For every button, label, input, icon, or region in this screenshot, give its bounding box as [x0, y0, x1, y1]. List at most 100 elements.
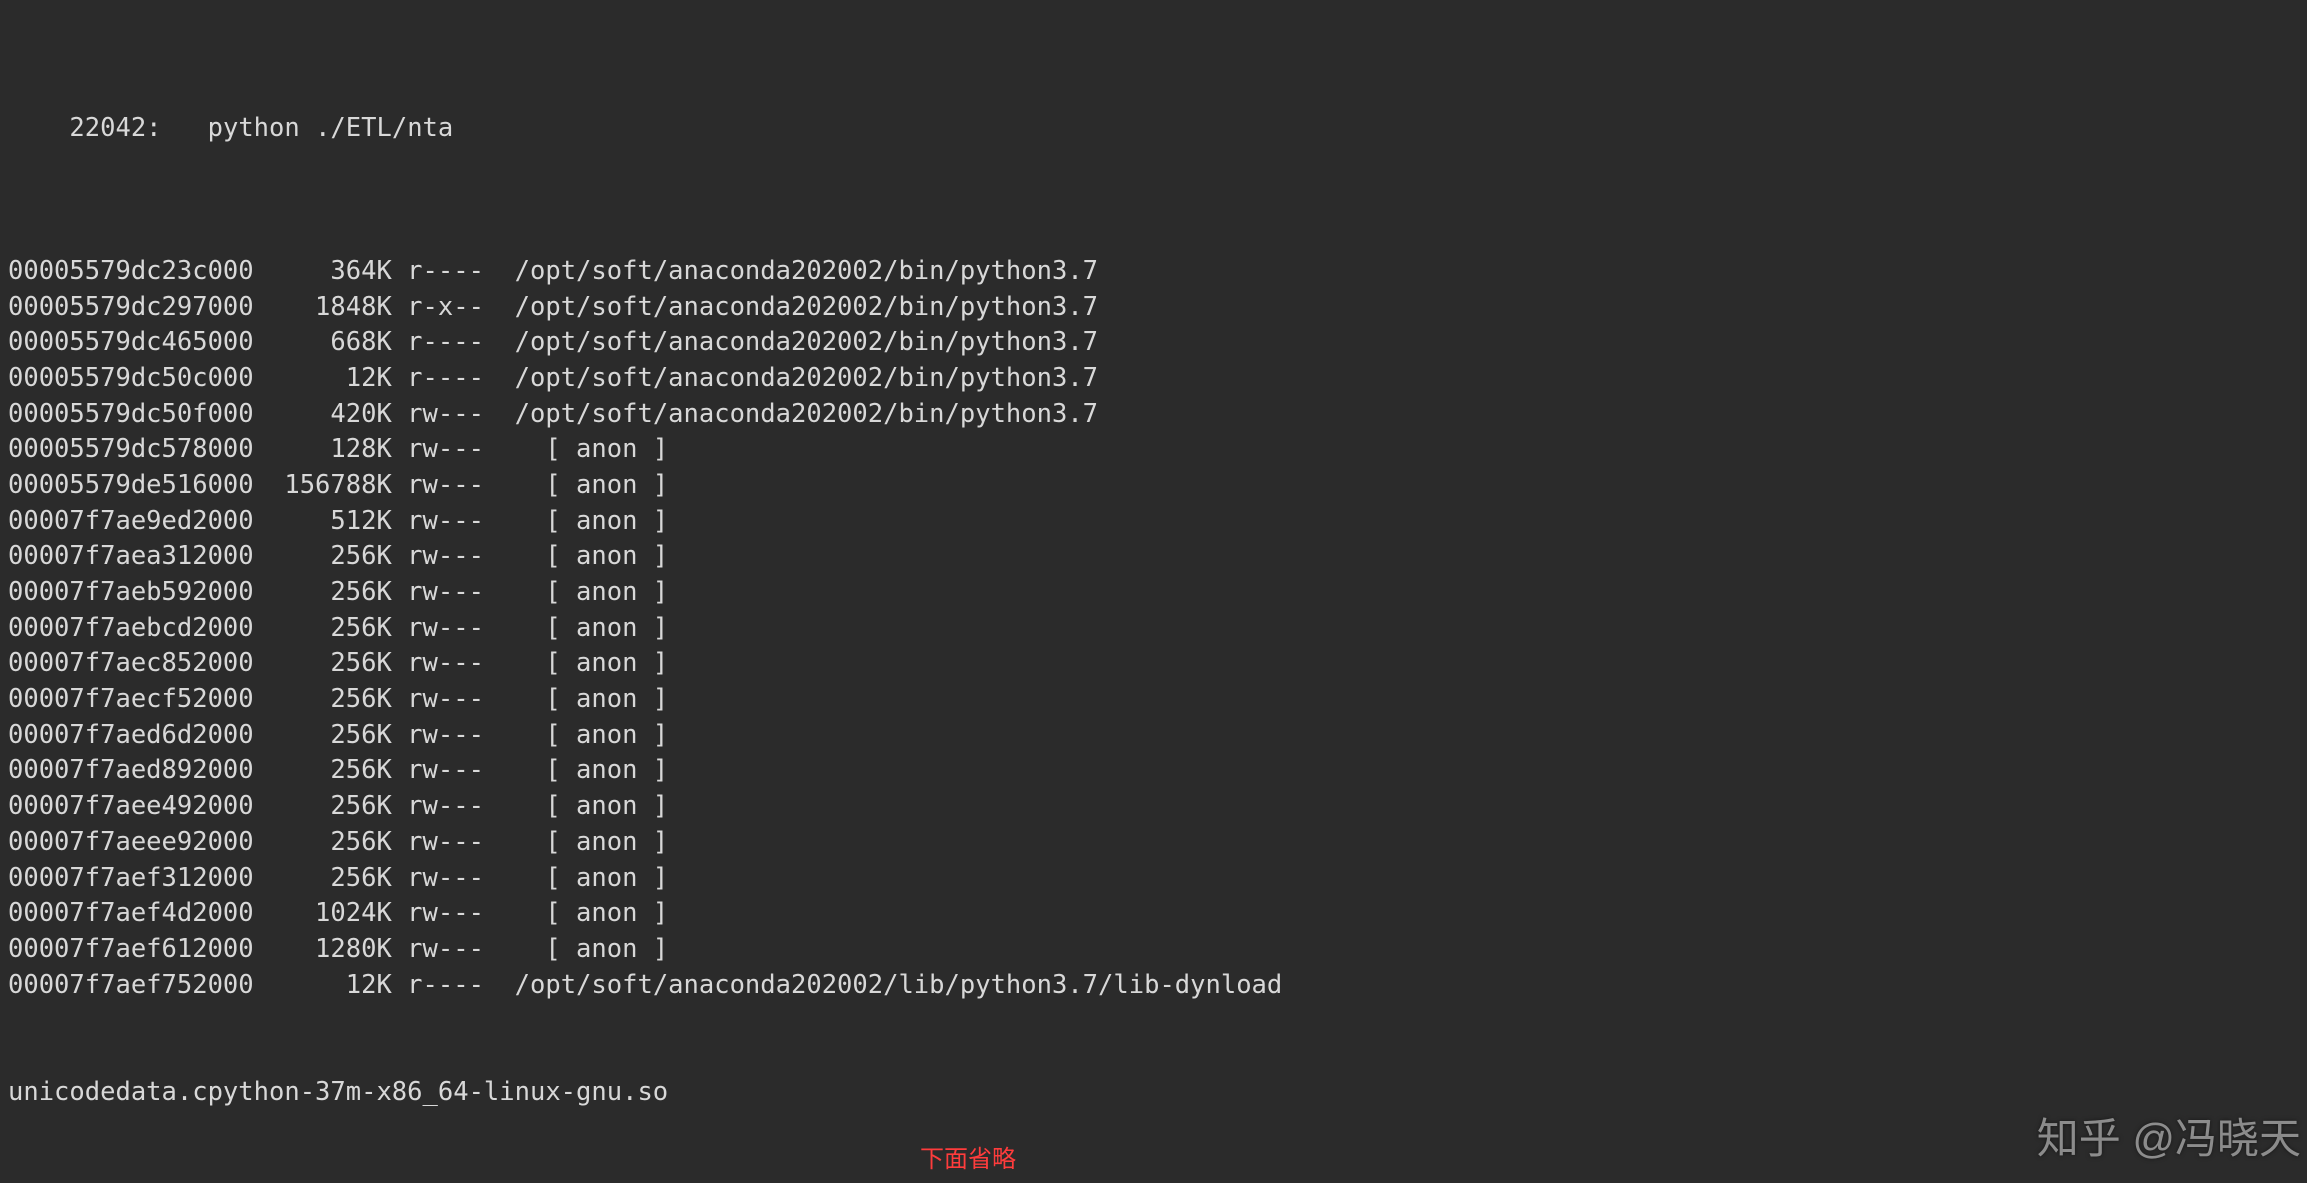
pmap-row: 00005579dc297000 1848K r-x-- /opt/soft/a…	[8, 290, 2299, 326]
pmap-row: 00007f7aecf52000 256K rw--- [ anon ]	[8, 682, 2299, 718]
trailing-line: unicodedata.cpython-37m-x86_64-linux-gnu…	[8, 1075, 2299, 1111]
pmap-row: 00007f7aef312000 256K rw--- [ anon ]	[8, 861, 2299, 897]
col-mapping: [ anon ]	[499, 684, 668, 714]
col-size: 12K	[269, 970, 392, 1000]
col-perm: rw---	[392, 577, 499, 607]
col-size: 1848K	[269, 292, 392, 322]
col-size: 1280K	[269, 934, 392, 964]
col-address: 00007f7aef312000	[8, 863, 269, 893]
col-mapping: /opt/soft/anaconda202002/bin/python3.7	[499, 292, 1098, 322]
col-mapping: /opt/soft/anaconda202002/bin/python3.7	[499, 256, 1098, 286]
col-address: 00007f7aef612000	[8, 934, 269, 964]
pmap-row: 00007f7ae9ed2000 512K rw--- [ anon ]	[8, 504, 2299, 540]
pmap-row: 00005579dc23c000 364K r---- /opt/soft/an…	[8, 254, 2299, 290]
col-mapping: [ anon ]	[499, 506, 668, 536]
pmap-row: 00007f7aeee92000 256K rw--- [ anon ]	[8, 825, 2299, 861]
col-size: 256K	[269, 577, 392, 607]
col-perm: r----	[392, 970, 499, 1000]
col-perm: rw---	[392, 684, 499, 714]
col-perm: rw---	[392, 791, 499, 821]
col-perm: rw---	[392, 470, 499, 500]
terminal-output[interactable]: 22042: python ./ETL/nta 00005579dc23c000…	[0, 0, 2307, 1146]
pmap-row: 00005579dc50c000 12K r---- /opt/soft/ana…	[8, 361, 2299, 397]
col-perm: rw---	[392, 399, 499, 429]
pmap-rows: 00005579dc23c000 364K r---- /opt/soft/an…	[8, 254, 2299, 1003]
col-address: 00007f7aed6d2000	[8, 720, 269, 750]
col-size: 256K	[269, 720, 392, 750]
col-address: 00007f7aef752000	[8, 970, 269, 1000]
col-perm: rw---	[392, 434, 499, 464]
col-address: 00005579dc578000	[8, 434, 269, 464]
col-mapping: /opt/soft/anaconda202002/bin/python3.7	[499, 363, 1098, 393]
col-mapping: [ anon ]	[499, 827, 668, 857]
col-size: 668K	[269, 327, 392, 357]
col-address: 00007f7aeee92000	[8, 827, 269, 857]
pid-label: 22042:	[69, 113, 161, 143]
col-size: 364K	[269, 256, 392, 286]
col-size: 256K	[269, 827, 392, 857]
col-size: 256K	[269, 791, 392, 821]
col-perm: r-x--	[392, 292, 499, 322]
col-address: 00005579dc50f000	[8, 399, 269, 429]
col-size: 256K	[269, 863, 392, 893]
col-address: 00007f7aec852000	[8, 648, 269, 678]
col-size: 420K	[269, 399, 392, 429]
col-mapping: [ anon ]	[499, 898, 668, 928]
pmap-row: 00005579de516000 156788K rw--- [ anon ]	[8, 468, 2299, 504]
col-size: 256K	[269, 684, 392, 714]
col-address: 00007f7aecf52000	[8, 684, 269, 714]
col-perm: rw---	[392, 863, 499, 893]
col-mapping: [ anon ]	[499, 755, 668, 785]
omitted-note: 下面省略	[920, 1143, 1016, 1177]
col-address: 00007f7aeb592000	[8, 577, 269, 607]
col-size: 512K	[269, 506, 392, 536]
col-mapping: [ anon ]	[499, 720, 668, 750]
col-size: 156788K	[269, 470, 392, 500]
pmap-row: 00005579dc50f000 420K rw--- /opt/soft/an…	[8, 397, 2299, 433]
pmap-header: 22042: python ./ETL/nta	[8, 75, 2299, 182]
col-address: 00007f7aee492000	[8, 791, 269, 821]
col-mapping: [ anon ]	[499, 863, 668, 893]
col-size: 256K	[269, 648, 392, 678]
col-perm: rw---	[392, 506, 499, 536]
col-mapping: /opt/soft/anaconda202002/lib/python3.7/l…	[499, 970, 1282, 1000]
pmap-row: 00007f7aef4d2000 1024K rw--- [ anon ]	[8, 896, 2299, 932]
pmap-row: 00007f7aea312000 256K rw--- [ anon ]	[8, 539, 2299, 575]
col-address: 00007f7ae9ed2000	[8, 506, 269, 536]
col-perm: rw---	[392, 898, 499, 928]
col-mapping: [ anon ]	[499, 648, 668, 678]
pmap-row: 00007f7aef612000 1280K rw--- [ anon ]	[8, 932, 2299, 968]
pmap-row: 00007f7aebcd2000 256K rw--- [ anon ]	[8, 611, 2299, 647]
col-mapping: [ anon ]	[499, 613, 668, 643]
col-address: 00007f7aef4d2000	[8, 898, 269, 928]
col-size: 256K	[269, 541, 392, 571]
col-address: 00005579dc50c000	[8, 363, 269, 393]
col-address: 00005579dc465000	[8, 327, 269, 357]
col-perm: r----	[392, 256, 499, 286]
col-mapping: /opt/soft/anaconda202002/bin/python3.7	[499, 399, 1098, 429]
col-perm: rw---	[392, 827, 499, 857]
command-text: python ./ETL/nta	[208, 113, 454, 143]
col-address: 00005579de516000	[8, 470, 269, 500]
col-address: 00007f7aebcd2000	[8, 613, 269, 643]
pmap-row: 00005579dc578000 128K rw--- [ anon ]	[8, 432, 2299, 468]
col-perm: rw---	[392, 613, 499, 643]
col-size: 12K	[269, 363, 392, 393]
col-mapping: [ anon ]	[499, 934, 668, 964]
col-perm: rw---	[392, 541, 499, 571]
col-size: 1024K	[269, 898, 392, 928]
col-address: 00005579dc23c000	[8, 256, 269, 286]
col-mapping: [ anon ]	[499, 541, 668, 571]
pmap-row: 00007f7aed892000 256K rw--- [ anon ]	[8, 753, 2299, 789]
pmap-row: 00005579dc465000 668K r---- /opt/soft/an…	[8, 325, 2299, 361]
col-perm: r----	[392, 327, 499, 357]
pmap-row: 00007f7aeb592000 256K rw--- [ anon ]	[8, 575, 2299, 611]
col-perm: rw---	[392, 648, 499, 678]
col-address: 00007f7aed892000	[8, 755, 269, 785]
col-size: 256K	[269, 755, 392, 785]
col-mapping: [ anon ]	[499, 791, 668, 821]
pmap-row: 00007f7aef752000 12K r---- /opt/soft/ana…	[8, 968, 2299, 1004]
col-perm: rw---	[392, 934, 499, 964]
col-perm: rw---	[392, 755, 499, 785]
col-perm: rw---	[392, 720, 499, 750]
